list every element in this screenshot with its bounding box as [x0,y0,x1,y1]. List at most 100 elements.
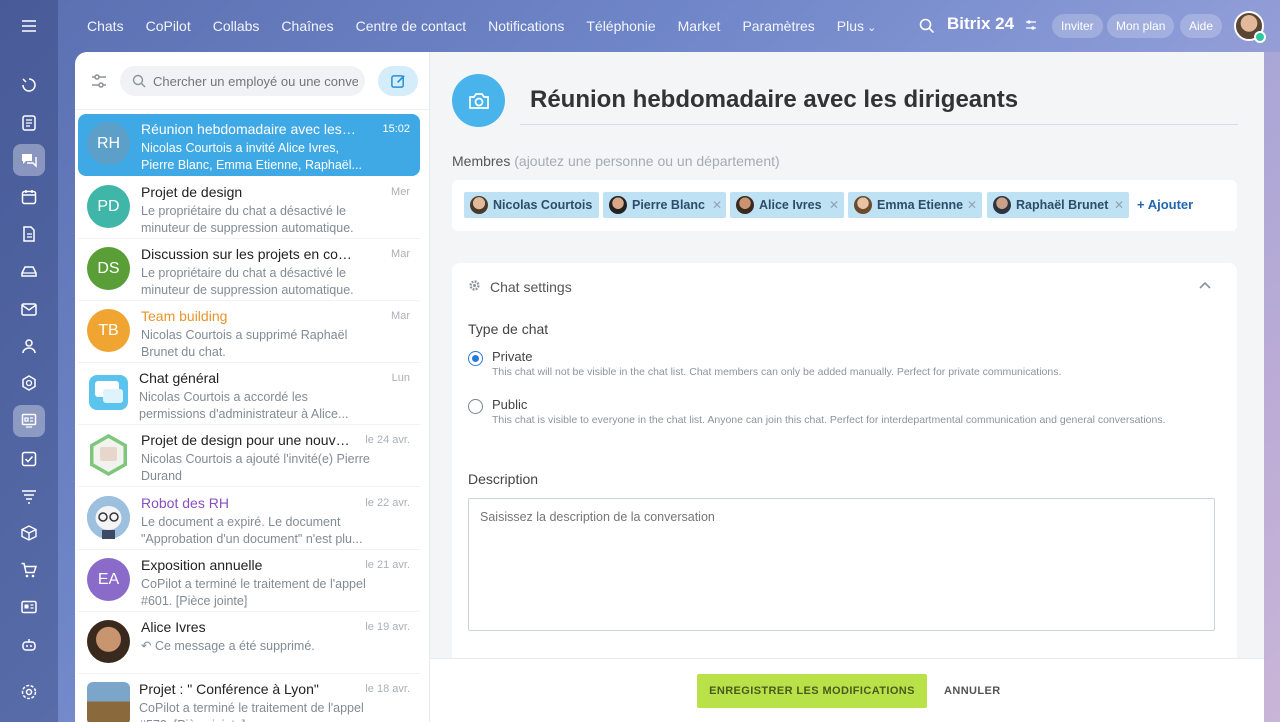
activity-icon[interactable] [13,69,45,101]
nav-contact-center[interactable]: Centre de contact [356,18,467,34]
remove-member-icon[interactable]: ✕ [712,192,722,218]
robot-avatar [87,496,130,539]
menu-icon[interactable] [14,12,44,40]
member-chip[interactable]: Nicolas Courtois [464,192,599,218]
chat-list-item[interactable]: PD Projet de design Mer Le propriétaire … [78,177,420,239]
page-edge [1264,52,1280,722]
chat-avatar-upload[interactable] [452,74,505,127]
robot-icon[interactable] [13,629,45,661]
sliders-icon[interactable] [1024,18,1038,32]
settings-header[interactable]: Chat settings [468,279,572,295]
box-icon[interactable] [13,517,45,549]
private-option-title[interactable]: Private [492,349,532,364]
funnel-icon[interactable] [13,480,45,512]
chat-list-item[interactable]: Robot des RH le 22 avr. Le document a ex… [78,488,420,550]
chat-title-input[interactable]: Réunion hebdomadaire avec les dirigeants [530,86,1018,114]
search-icon[interactable] [918,17,936,35]
crm-icon[interactable] [13,367,45,399]
public-option-desc: This chat is visible to everyone in the … [492,414,1166,426]
description-textarea[interactable] [468,498,1215,631]
chevron-up-icon[interactable] [1197,278,1213,292]
nav-more[interactable]: Plus [837,18,877,34]
member-chip[interactable]: Raphaël Brunet ✕ [987,192,1129,218]
add-member-link[interactable]: + Ajouter [1137,192,1193,218]
calendar-icon[interactable] [13,181,45,213]
chat-preview: Nicolas Courtois a accordé les permissio… [139,390,349,421]
member-chip[interactable]: Alice Ivres ✕ [730,192,844,218]
public-radio[interactable] [468,399,483,414]
help-button[interactable]: Aide [1180,14,1223,38]
nav-market[interactable]: Market [678,18,721,34]
chat-list-item[interactable]: DS Discussion sur les projets en cours M… [78,239,420,301]
remove-member-icon[interactable]: ✕ [829,192,839,218]
member-avatar [854,196,872,214]
filter-icon[interactable] [89,71,109,91]
compose-button[interactable] [378,66,418,96]
chat-preview: Le propriétaire du chat a désactivé le m… [141,204,354,235]
chat-time: 15:02 [382,123,410,135]
id-card-icon[interactable] [13,591,45,623]
nav-channels[interactable]: Chaînes [281,18,333,34]
feed-icon[interactable] [13,107,45,139]
private-option-desc: This chat will not be visible in the cha… [492,366,1062,378]
nav-telephony[interactable]: Téléphonie [586,18,655,34]
chat-preview: Le propriétaire du chat a désactivé le m… [141,266,354,297]
chat-list-header [75,52,429,110]
nav-settings[interactable]: Paramètres [742,18,814,34]
conference-avatar [87,682,130,722]
chat-time: Mer [391,186,410,198]
user-avatar[interactable] [1234,11,1266,43]
chat-title: Robot des RH [141,495,229,511]
chat-type-label: Type de chat [468,321,549,337]
cart-icon[interactable] [13,554,45,586]
chat-avatar: RH [87,122,130,165]
left-rail [0,0,58,722]
documents-icon[interactable] [13,218,45,250]
board-icon[interactable] [13,405,45,437]
nav-chats[interactable]: Chats [87,18,124,34]
chat-list-item[interactable]: Chat général Lun Nicolas Courtois a acco… [78,363,420,425]
title-underline [520,124,1238,125]
chat-icon[interactable] [13,144,45,176]
chat-time: le 24 avr. [365,434,410,446]
drive-icon[interactable] [13,255,45,287]
plan-button[interactable]: Mon plan [1107,14,1175,38]
member-name: Emma Etienne [877,198,964,212]
mail-icon[interactable] [13,293,45,325]
chat-list-item[interactable]: Projet de design pour une nouvel... le 2… [78,425,420,487]
nav-copilot[interactable]: CoPilot [146,18,191,34]
members-hint: (ajoutez une personne ou un département) [514,153,780,169]
nav-collabs[interactable]: Collabs [213,18,260,34]
tasks-icon[interactable] [13,443,45,475]
member-avatar [470,196,488,214]
chat-time: le 19 avr. [365,621,410,633]
cancel-button[interactable]: ANNULER [944,674,1001,708]
chat-list-item[interactable]: RH Réunion hebdomadaire avec les diri...… [78,114,420,176]
settings-icon[interactable] [13,676,45,708]
chat-list-item[interactable]: TB Team building Mar Nicolas Courtois a … [78,301,420,363]
chat-list-item[interactable]: Projet : " Conférence à Lyon" le 18 avr.… [78,674,420,722]
remove-member-icon[interactable]: ✕ [1114,192,1124,218]
search-input[interactable] [153,66,358,96]
member-chip[interactable]: Pierre Blanc ✕ [603,192,726,218]
brand-logo[interactable]: Bitrix 24 [947,14,1014,34]
chat-avatar: DS [87,247,130,290]
save-button[interactable]: ENREGISTRER LES MODIFICATIONS [697,674,927,708]
member-chip[interactable]: Emma Etienne ✕ [848,192,982,218]
chat-list-item[interactable]: Alice Ivres le 19 avr. ↶ Ce message a ét… [78,612,420,674]
person-avatar [87,620,130,663]
chat-time: le 21 avr. [365,559,410,571]
remove-member-icon[interactable]: ✕ [967,192,977,218]
design-project-icon [87,433,130,476]
chat-avatar: EA [87,558,130,601]
nav-notifications[interactable]: Notifications [488,18,564,34]
form-footer: ENREGISTRER LES MODIFICATIONS ANNULER [430,658,1264,722]
public-option-title[interactable]: Public [492,397,527,412]
members-box[interactable]: Nicolas Courtois Pierre Blanc ✕ Alice Iv… [452,180,1237,231]
chat-list-item[interactable]: EA Exposition annuelle le 21 avr. CoPilo… [78,550,420,612]
camera-icon [468,92,489,109]
invite-button[interactable]: Inviter [1052,14,1103,38]
groups-icon[interactable] [13,330,45,362]
private-radio[interactable] [468,351,483,366]
member-name: Nicolas Courtois [493,198,593,212]
